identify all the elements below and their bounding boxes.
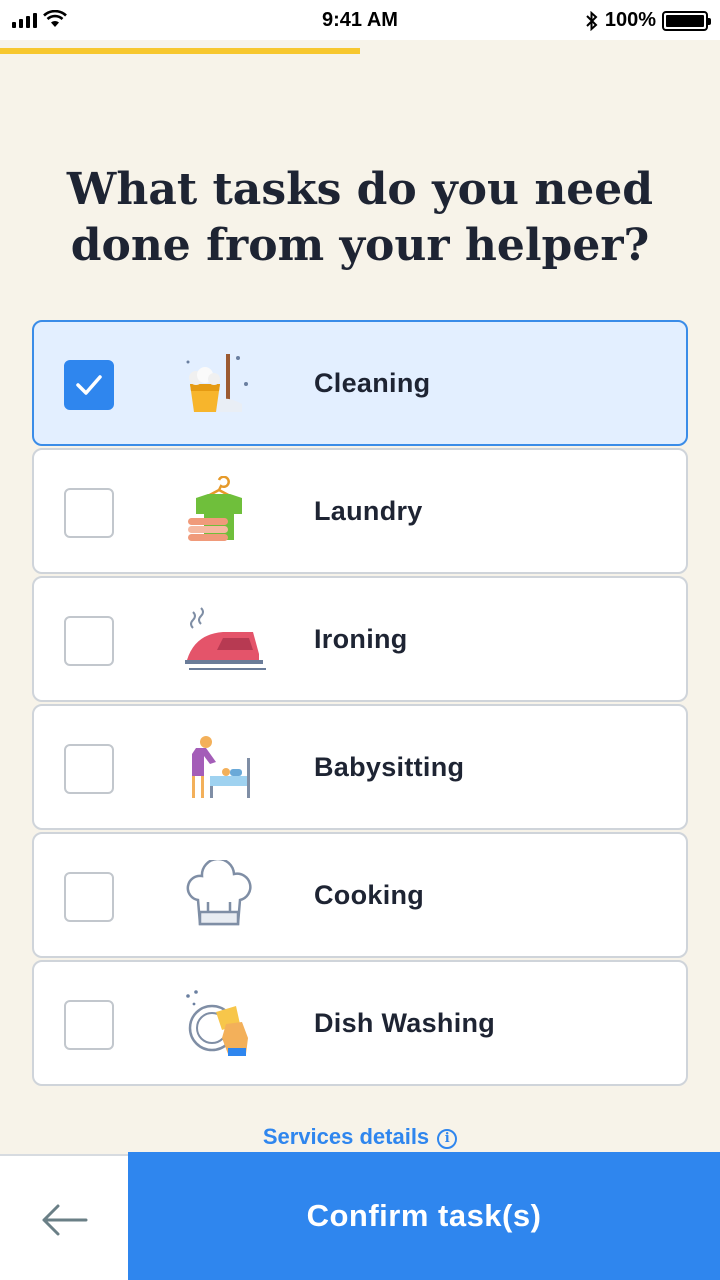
services-details-label: Services details: [262, 1124, 430, 1149]
task-option-cleaning[interactable]: Cleaning: [32, 320, 688, 446]
task-label: Ironing: [314, 624, 408, 654]
footer-bar: Confirm task(s): [0, 1152, 720, 1280]
task-label: Laundry: [314, 496, 423, 526]
task-option-cooking[interactable]: Cooking: [32, 832, 688, 958]
checkbox[interactable]: [64, 488, 114, 538]
bluetooth-icon: [586, 10, 598, 31]
cleaning-bucket-mop-icon: [186, 354, 248, 412]
progress-fill: [0, 48, 360, 54]
iron-icon: [185, 607, 266, 670]
task-option-laundry[interactable]: Laundry: [32, 448, 688, 574]
info-icon: i: [437, 1129, 458, 1149]
task-label: Cleaning: [314, 368, 431, 398]
progress-bar: [0, 48, 720, 54]
task-option-babysitting[interactable]: Babysitting: [32, 704, 688, 830]
task-option-ironing[interactable]: Ironing: [32, 576, 688, 702]
task-option-dish-washing[interactable]: Dish Washing: [32, 960, 688, 1086]
checkbox[interactable]: [64, 1000, 114, 1050]
checkmark-icon: [76, 375, 102, 395]
page-title: What tasks do you need done from your he…: [66, 164, 654, 271]
services-details-link[interactable]: Services details i: [0, 1124, 720, 1150]
dish-washing-icon: [186, 990, 248, 1056]
checkbox[interactable]: [64, 872, 114, 922]
task-label: Dish Washing: [314, 1008, 496, 1038]
babysitting-icon: [192, 736, 250, 798]
status-bar: 9:41 AM 100%: [0, 0, 720, 40]
chef-hat-icon: [186, 860, 252, 926]
checkbox[interactable]: [64, 744, 114, 794]
arrow-left-icon: [42, 1204, 88, 1236]
battery-icon: [662, 10, 711, 31]
back-button[interactable]: [0, 1154, 128, 1280]
task-label: Babysitting: [314, 752, 465, 782]
checkbox[interactable]: [64, 360, 114, 410]
battery-percent: 100%: [604, 9, 656, 31]
confirm-tasks-button[interactable]: Confirm task(s): [128, 1152, 720, 1280]
task-list: Cleaning Laundry Ironing Babysitting Coo…: [32, 320, 688, 1088]
task-label: Cooking: [314, 880, 425, 910]
checkbox[interactable]: [64, 616, 114, 666]
laundry-shirt-towels-icon: [188, 476, 242, 541]
